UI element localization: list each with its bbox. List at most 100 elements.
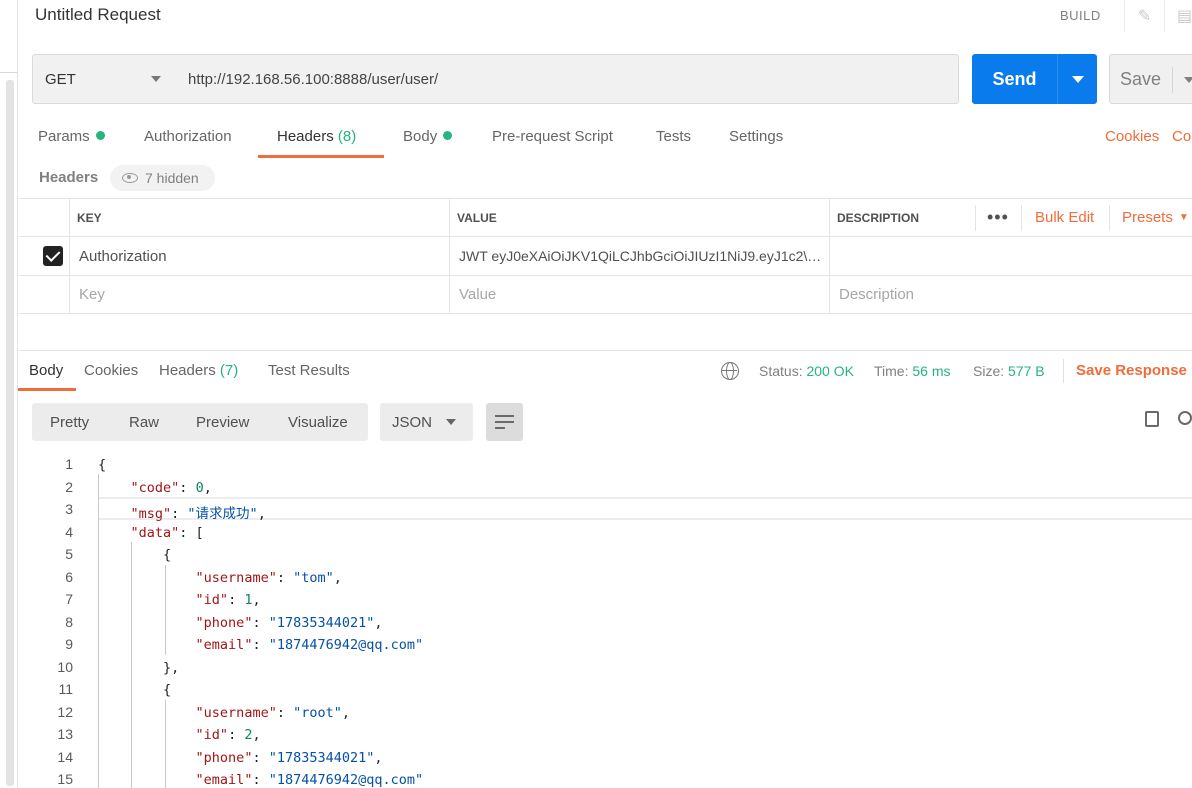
tab-tests[interactable]: Tests xyxy=(656,128,691,145)
presets-label: Presets xyxy=(1122,209,1173,226)
response-tab-headers[interactable]: Headers (7) xyxy=(159,362,238,379)
new-description-input[interactable]: Description xyxy=(839,276,914,313)
tab-label: Headers xyxy=(277,128,334,145)
tab-label: Authorization xyxy=(144,128,232,145)
new-key-input[interactable]: Key xyxy=(79,276,105,313)
table-row: Authorization JWT eyJ0eXAiOiJKV1QiLCJhbG… xyxy=(18,237,1192,276)
time-readout: Time: 56 ms xyxy=(874,363,951,379)
response-tab-body[interactable]: Body xyxy=(29,362,63,379)
active-dot-icon xyxy=(443,131,453,140)
code-line: { xyxy=(98,457,107,473)
save-button[interactable]: Save xyxy=(1109,54,1192,104)
tab-headers[interactable]: Headers (8) xyxy=(277,128,356,145)
line-number: 10 xyxy=(57,658,73,675)
value-column-header: VALUE xyxy=(457,210,497,225)
line-number: 5 xyxy=(65,546,73,562)
url-input[interactable]: http://192.168.56.100:8888/user/user/ xyxy=(175,54,959,104)
time-value: 56 ms xyxy=(912,363,951,379)
build-mode-label[interactable]: BUILD xyxy=(1060,8,1101,23)
time-label: Time: xyxy=(874,363,909,379)
header-key-field[interactable]: Authorization xyxy=(79,237,167,275)
line-number: 15 xyxy=(57,771,73,787)
tab-settings[interactable]: Settings xyxy=(729,128,783,145)
line-number: 13 xyxy=(57,726,73,742)
code-link[interactable]: Co xyxy=(1172,128,1191,145)
hidden-count: 7 hidden xyxy=(145,170,199,186)
line-number: 11 xyxy=(58,681,73,697)
line-number: 1 xyxy=(65,456,73,472)
code-line: "phone": "17835344021", xyxy=(195,614,383,631)
edit-pencil-icon[interactable]: ✎ xyxy=(1124,0,1164,32)
tab-pre-request-script[interactable]: Pre-request Script xyxy=(492,128,613,145)
tab-body[interactable]: Body xyxy=(403,128,453,145)
view-mode-group: Pretty Raw Preview Visualize xyxy=(32,403,368,441)
request-title[interactable]: Untitled Request xyxy=(35,5,161,25)
headers-section-label: Headers xyxy=(39,169,99,186)
save-divider xyxy=(1172,67,1173,93)
format-value: JSON xyxy=(392,413,433,431)
code-line: { xyxy=(98,547,172,563)
tab-label: Tests xyxy=(656,128,692,145)
presets-dropdown[interactable]: Presets ▼ xyxy=(1122,199,1189,236)
status-value: 200 OK xyxy=(806,363,854,379)
view-preview-button[interactable]: Preview xyxy=(196,403,249,441)
status-label: Status: xyxy=(759,363,803,379)
view-raw-button[interactable]: Raw xyxy=(129,403,159,441)
code-line: { xyxy=(98,682,172,698)
tab-params[interactable]: Params xyxy=(38,128,105,145)
size-label: Size: xyxy=(973,363,1005,379)
chevron-down-icon xyxy=(446,419,456,425)
line-number: 2 xyxy=(65,478,73,495)
header-value-field[interactable]: JWT eyJ0eXAiOiJKV1QiLCJhbGciOiJIUzI1NiJ9… xyxy=(459,237,824,275)
hidden-headers-toggle[interactable]: 7 hidden xyxy=(110,165,215,191)
view-pretty-button[interactable]: Pretty xyxy=(50,403,89,441)
line-number: 8 xyxy=(65,613,73,630)
active-tab-indicator xyxy=(258,155,384,158)
code-line: "data": [ xyxy=(130,524,204,541)
code-line: "username": "tom", xyxy=(195,569,342,586)
line-number: 9 xyxy=(65,636,73,652)
wrap-lines-icon[interactable] xyxy=(486,403,523,441)
format-select[interactable]: JSON xyxy=(380,403,473,441)
copy-icon[interactable] xyxy=(1141,407,1159,427)
code-line: }, xyxy=(98,659,180,676)
code-line: "id": 1, xyxy=(195,592,261,608)
code-line: "phone": "17835344021", xyxy=(195,749,383,766)
tab-label: Params xyxy=(38,128,90,145)
response-tab-cookies[interactable]: Cookies xyxy=(84,362,138,379)
comments-icon[interactable]: ▤ xyxy=(1164,0,1192,32)
eye-icon xyxy=(122,173,138,183)
method-select[interactable]: GET xyxy=(32,54,176,104)
cookies-link[interactable]: Cookies xyxy=(1105,128,1159,145)
active-dot-icon xyxy=(95,131,105,140)
caret-down-icon: ▼ xyxy=(1178,212,1189,223)
response-body-editor[interactable]: 1 {2 "code": 0, 3 "msg": "请求成功", 4 "data": … xyxy=(18,452,1192,788)
more-options-icon[interactable]: ••• xyxy=(987,199,1009,236)
header-enabled-checkbox[interactable] xyxy=(43,237,63,275)
response-tab-test-results[interactable]: Test Results xyxy=(268,362,350,379)
code-line: "code": 0, xyxy=(130,479,212,496)
view-visualize-button[interactable]: Visualize xyxy=(288,403,348,441)
send-options-button[interactable] xyxy=(1057,54,1097,104)
line-number: 12 xyxy=(57,703,73,720)
globe-icon[interactable] xyxy=(721,362,739,380)
table-header-row: KEY VALUE DESCRIPTION ••• Bulk Edit Pres… xyxy=(18,199,1192,237)
tab-count: (8) xyxy=(337,128,357,145)
send-button[interactable]: Send xyxy=(972,54,1057,104)
active-response-tab-indicator xyxy=(18,388,76,391)
sidebar-scrollbar[interactable] xyxy=(6,80,14,786)
line-number: 7 xyxy=(65,591,73,607)
new-value-input[interactable]: Value xyxy=(459,276,496,313)
table-row-new: Key Value Description xyxy=(18,276,1192,314)
tab-authorization[interactable]: Authorization xyxy=(144,128,232,145)
save-response-button[interactable]: Save Response xyxy=(1076,362,1187,379)
response-bar: Body Cookies Headers (7) Test Results St… xyxy=(18,350,1192,391)
url-value: http://192.168.56.100:8888/user/user/ xyxy=(188,70,439,88)
key-column-header: KEY xyxy=(77,210,102,225)
chevron-down-icon xyxy=(151,76,161,82)
left-sidebar-strip xyxy=(0,0,18,788)
chevron-down-icon xyxy=(1072,76,1084,83)
tab-label: Body xyxy=(403,128,438,145)
search-icon[interactable] xyxy=(1178,411,1192,425)
bulk-edit-button[interactable]: Bulk Edit xyxy=(1035,199,1094,236)
